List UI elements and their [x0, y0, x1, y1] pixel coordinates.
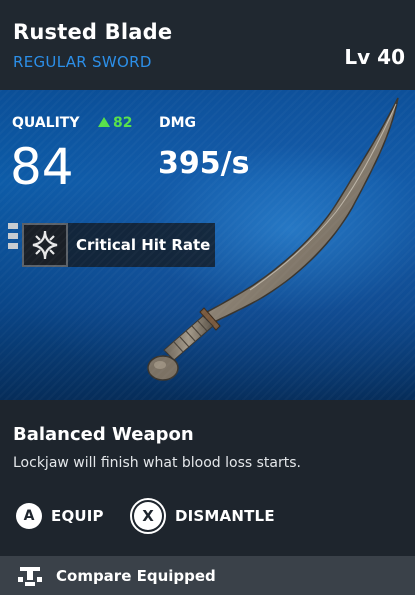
dmg-label: DMG	[159, 115, 197, 131]
item-level: Lv 40	[344, 45, 405, 69]
quality-value: 84	[10, 138, 74, 196]
perk-row[interactable]: Critical Hit Rate	[22, 223, 215, 267]
dmg-value: 395/s	[158, 146, 250, 181]
perk-tier-bar	[8, 243, 18, 249]
item-header: Rusted Blade REGULAR SWORD Lv 40	[0, 0, 415, 90]
compare-icon	[18, 567, 42, 586]
quality-delta-value: 82	[113, 115, 133, 131]
up-arrow-icon	[98, 117, 110, 127]
perk-tier-bar	[8, 223, 18, 229]
description-text: Lockjaw will finish what blood loss star…	[13, 455, 301, 471]
description-title: Balanced Weapon	[13, 424, 194, 445]
quality-label: QUALITY	[12, 115, 80, 131]
equip-button[interactable]: A EQUIP	[16, 500, 104, 532]
item-name: Rusted Blade	[13, 20, 173, 44]
item-art-panel: QUALITY 82 84 DMG 395/s Critical Hit Rat…	[0, 90, 415, 400]
item-type: REGULAR SWORD	[13, 53, 152, 71]
compare-equipped-bar[interactable]: Compare Equipped	[0, 556, 415, 595]
dismantle-button[interactable]: X DISMANTLE	[130, 498, 275, 534]
perk-tier-bars	[8, 223, 18, 253]
x-button-icon: X	[130, 498, 166, 534]
quality-delta: 82	[98, 115, 132, 131]
x-button-key: X	[134, 502, 162, 530]
a-button-icon: A	[16, 503, 42, 529]
critical-hit-icon	[22, 223, 68, 267]
perk-label: Critical Hit Rate	[76, 236, 211, 254]
compare-equipped-label: Compare Equipped	[56, 567, 216, 585]
equip-label: EQUIP	[51, 507, 104, 525]
item-card: Rusted Blade REGULAR SWORD Lv 40 QUALITY…	[0, 0, 415, 595]
dismantle-label: DISMANTLE	[175, 507, 275, 525]
perk-tier-bar	[8, 233, 18, 239]
